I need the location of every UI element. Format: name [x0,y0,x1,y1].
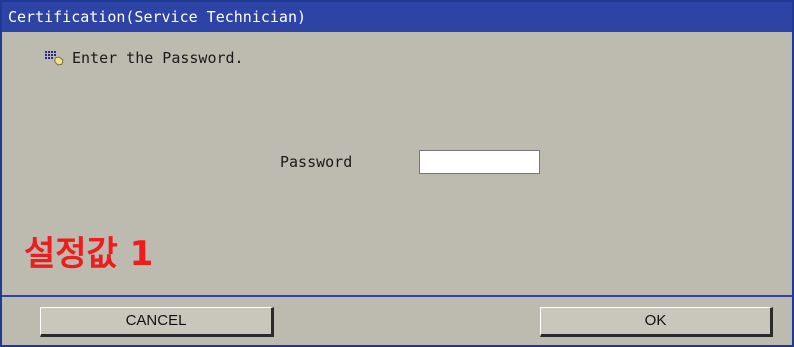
password-prompt: Enter the Password. [44,46,244,70]
password-field[interactable] [419,150,540,174]
certification-dialog: Certification(Service Technician) Enter … [0,0,794,347]
button-bar: CANCEL OK [2,295,792,345]
ok-button[interactable]: OK [540,307,773,337]
setting-value-annotation: 설정값 1 [24,234,154,274]
password-label: Password [280,153,353,171]
keypad-hand-icon [45,51,64,66]
prompt-text: Enter the Password. [72,49,244,67]
dialog-title: Certification(Service Technician) [2,2,792,32]
cancel-button[interactable]: CANCEL [40,307,274,337]
